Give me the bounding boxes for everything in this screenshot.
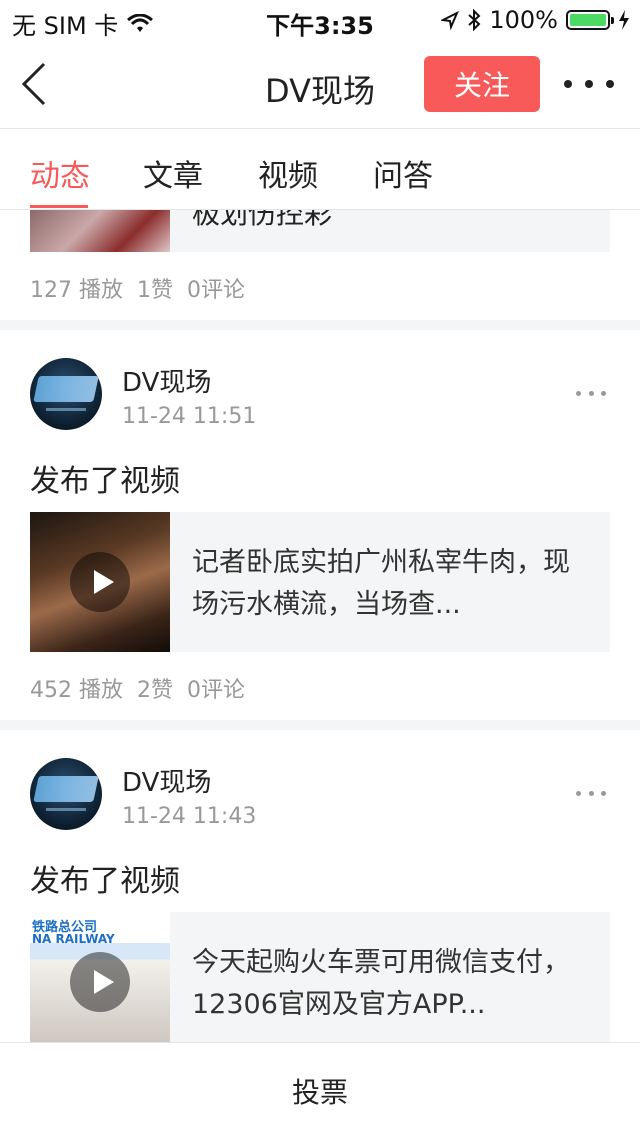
divider [0, 720, 640, 730]
avatar[interactable] [30, 758, 102, 830]
location-icon [441, 10, 460, 30]
play-count: 127 播放 [30, 278, 123, 303]
video-thumbnail [30, 512, 170, 652]
charging-icon [619, 10, 629, 30]
post-time: 11-24 11:43 [122, 804, 257, 829]
tab-shipin[interactable]: 视频 [258, 151, 318, 195]
tab-dongtai[interactable]: 动态 [30, 151, 90, 195]
tab-wenzhang[interactable]: 文章 [143, 151, 203, 195]
more-icon [576, 390, 581, 396]
media-card[interactable]: 记者卧底实拍广州私宰牛肉，现场污水横流，当场查... [30, 512, 610, 652]
video-thumbnail [30, 210, 170, 252]
media-card[interactable]: 铁路总公司 NA RAILWAY 今天起购火车票可用微信支付，12306官网及官… [30, 912, 610, 1042]
post-stats: 127 播放 1赞 0评论 [30, 272, 245, 304]
post-text: 发布了视频 [30, 464, 180, 499]
nav-bar: DV现场 关注 [0, 40, 640, 129]
play-icon[interactable] [70, 952, 130, 1012]
like-count: 2赞 [137, 678, 173, 703]
more-icon [576, 790, 581, 796]
status-bar: 无 SIM 卡 下午3:35 100% [0, 0, 640, 40]
avatar[interactable] [30, 358, 102, 430]
author-name[interactable]: DV现场 [122, 762, 211, 799]
follow-button[interactable]: 关注 [424, 56, 540, 112]
vote-button[interactable]: 投票 [0, 1071, 640, 1111]
more-icon [564, 80, 572, 88]
post-more-button[interactable] [576, 388, 606, 398]
media-card[interactable]: 极划伤控彩 [30, 210, 610, 252]
media-title: 极划伤控彩 [192, 210, 333, 230]
like-count: 1赞 [137, 278, 173, 303]
divider [0, 320, 640, 330]
play-icon[interactable] [70, 552, 130, 612]
feed[interactable]: 极划伤控彩 127 播放 1赞 0评论 DV现场 11-24 11:51 发布了… [0, 210, 640, 1042]
battery-icon [566, 10, 614, 30]
post-stats: 452 播放 2赞 0评论 [30, 672, 245, 704]
video-thumbnail: 铁路总公司 NA RAILWAY [30, 912, 170, 1042]
post-text: 发布了视频 [30, 864, 180, 899]
battery-fill [570, 14, 606, 26]
thumbnail-caption-en: NA RAILWAY [32, 932, 115, 946]
tab-bar: 动态 文章 视频 问答 [0, 129, 640, 210]
play-count: 452 播放 [30, 678, 123, 703]
battery-percent: 100% [489, 6, 558, 34]
tab-wenda[interactable]: 问答 [373, 151, 433, 195]
author-name[interactable]: DV现场 [122, 362, 211, 399]
comment-count: 0评论 [187, 278, 245, 303]
bluetooth-icon [468, 9, 481, 31]
post-more-button[interactable] [576, 788, 606, 798]
media-title: 记者卧底实拍广州私宰牛肉，现场污水横流，当场查... [192, 547, 570, 620]
bottom-bar: 投票 [0, 1042, 640, 1137]
more-menu-button[interactable] [564, 64, 614, 104]
active-tab-indicator [30, 205, 88, 208]
page-title: DV现场 [265, 72, 375, 110]
post-time: 11-24 11:51 [122, 404, 257, 429]
comment-count: 0评论 [187, 678, 245, 703]
media-title: 今天起购火车票可用微信支付，12306官网及官方APP... [192, 947, 570, 1020]
